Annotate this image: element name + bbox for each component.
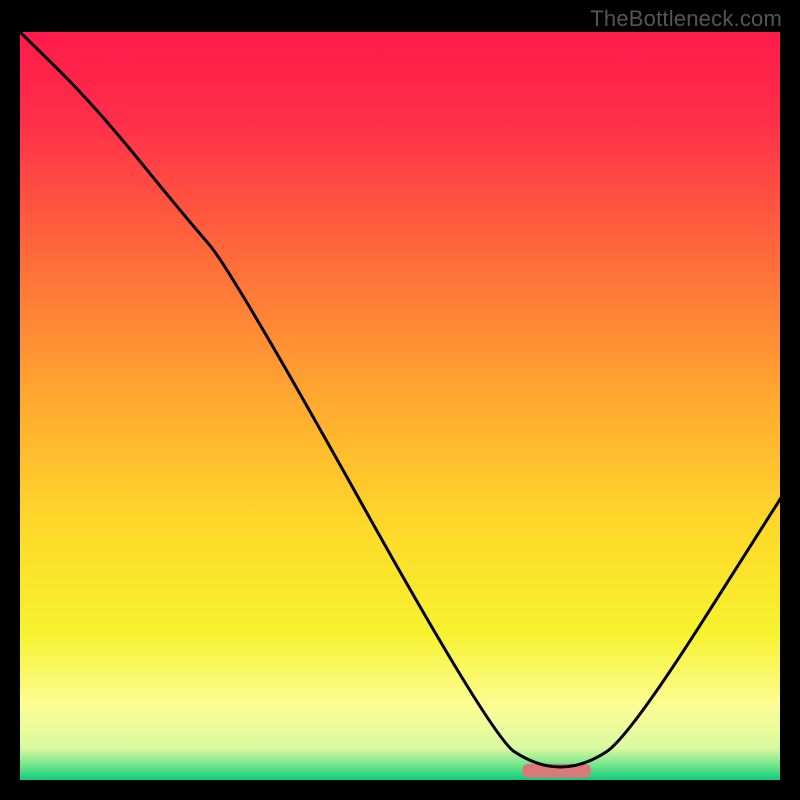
chart-frame — [18, 30, 782, 782]
chart-background-gradient — [18, 30, 782, 782]
bottleneck-chart — [18, 30, 782, 782]
watermark-text: TheBottleneck.com — [590, 6, 782, 32]
